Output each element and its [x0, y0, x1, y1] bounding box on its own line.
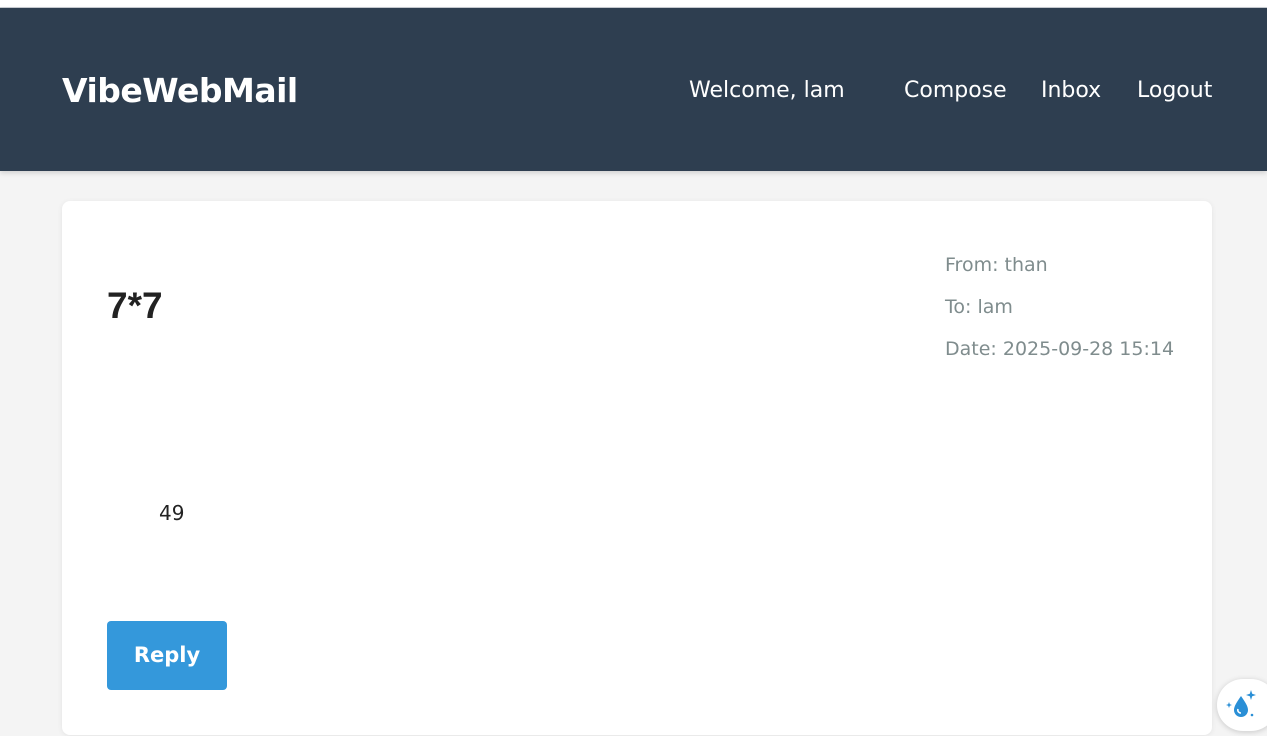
- app-header: VibeWebMail Welcome, lam Compose Inbox L…: [0, 8, 1267, 171]
- email-body: 49: [159, 501, 185, 525]
- welcome-message: Welcome, lam: [689, 78, 845, 103]
- sparkle-droplet-icon: [1226, 690, 1256, 717]
- email-view-card: 7*7 From: than To: lam Date: 2025-09-28 …: [62, 201, 1212, 735]
- email-date: Date: 2025-09-28 15:14: [945, 338, 1175, 360]
- email-from: From: than: [945, 254, 1048, 276]
- nav-logout-link[interactable]: Logout: [1137, 77, 1212, 105]
- email-to: To: lam: [945, 296, 1013, 318]
- email-subject: 7*7: [107, 285, 163, 326]
- nav-inbox-link[interactable]: Inbox: [1041, 77, 1101, 105]
- assistant-floating-button[interactable]: [1217, 679, 1267, 731]
- nav-compose-link[interactable]: Compose: [904, 77, 1007, 105]
- top-border: [0, 0, 1267, 8]
- reply-button[interactable]: Reply: [107, 621, 227, 690]
- app-logo[interactable]: VibeWebMail: [62, 70, 298, 112]
